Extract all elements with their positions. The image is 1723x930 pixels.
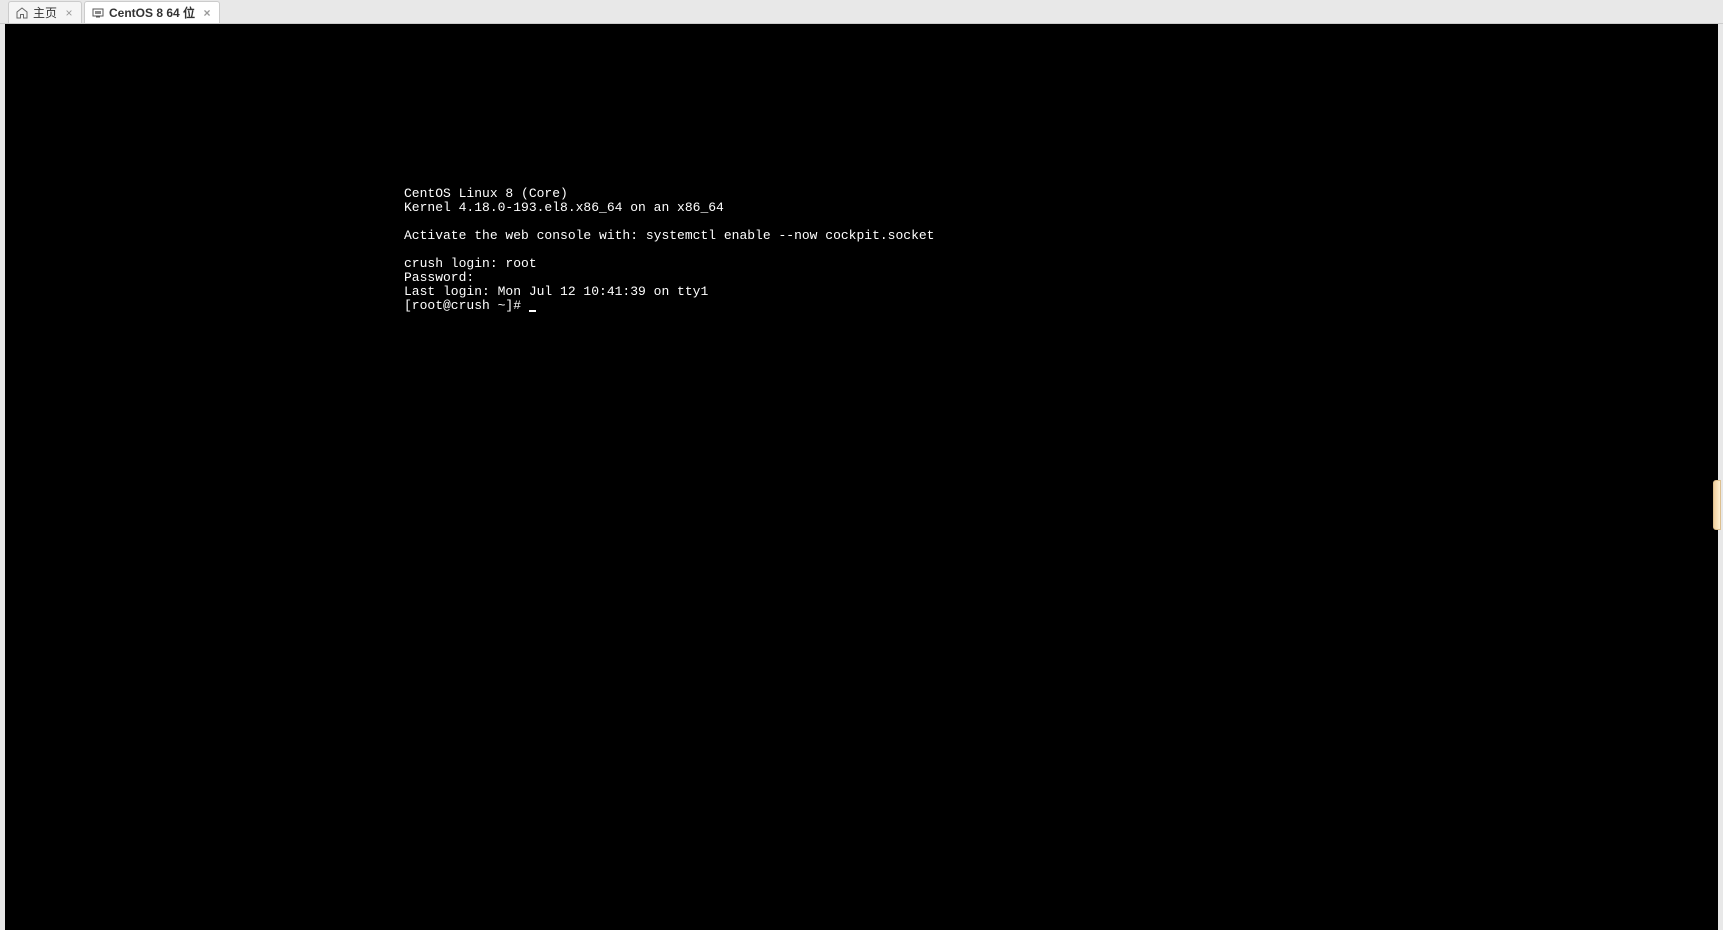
terminal-line: crush login: root (404, 256, 537, 271)
terminal-cursor (529, 310, 536, 312)
terminal-console[interactable]: CentOS Linux 8 (Core) Kernel 4.18.0-193.… (5, 24, 1718, 930)
terminal-line: Password: (404, 270, 474, 285)
terminal-line: Kernel 4.18.0-193.el8.x86_64 on an x86_6… (404, 200, 724, 215)
terminal-line: Activate the web console with: systemctl… (404, 228, 935, 243)
terminal-output: CentOS Linux 8 (Core) Kernel 4.18.0-193.… (5, 24, 1718, 313)
terminal-line: Last login: Mon Jul 12 10:41:39 on tty1 (404, 284, 708, 299)
tab-centos-label: CentOS 8 64 位 (109, 4, 195, 21)
tab-centos[interactable]: CentOS 8 64 位 × (84, 1, 220, 23)
vm-icon (91, 6, 105, 20)
terminal-line: CentOS Linux 8 (Core) (404, 186, 568, 201)
terminal-prompt: [root@crush ~]# (404, 298, 529, 313)
tab-home-close[interactable]: × (63, 6, 75, 20)
home-icon (15, 6, 29, 20)
tab-home[interactable]: 主页 × (8, 1, 82, 23)
side-panel-handle[interactable] (1713, 480, 1721, 530)
tab-home-label: 主页 (33, 4, 57, 21)
tab-bar: 主页 × CentOS 8 64 位 × (0, 0, 1723, 24)
tab-centos-close[interactable]: × (201, 6, 213, 20)
